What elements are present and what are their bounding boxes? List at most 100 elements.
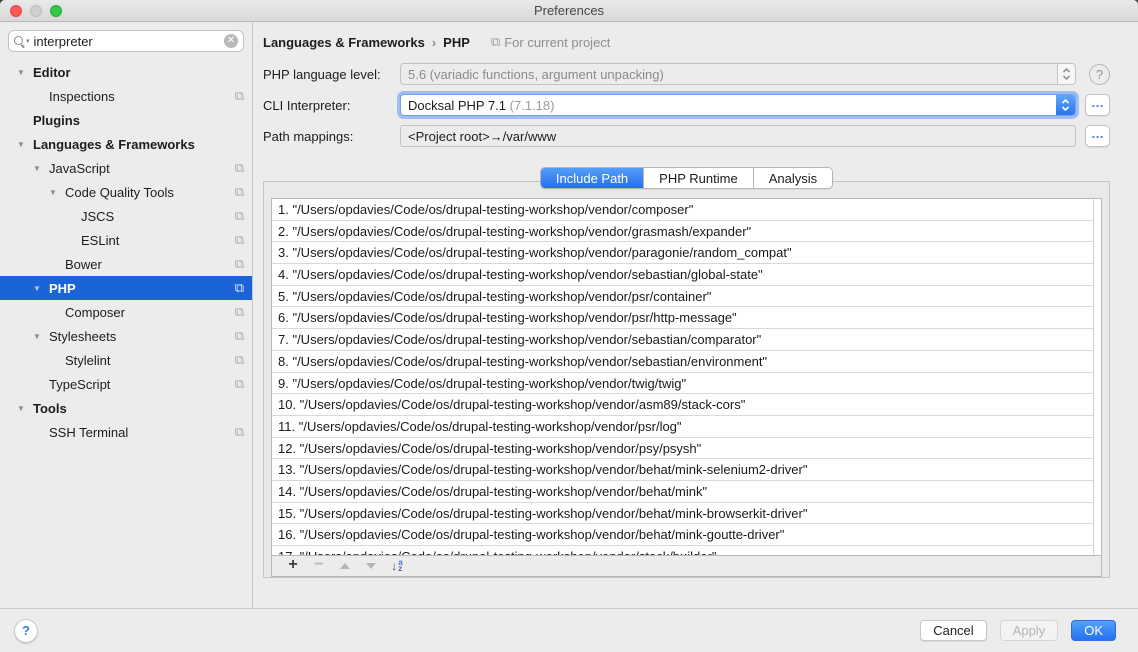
sidebar-item-label: Composer — [65, 305, 230, 320]
project-level-icon: ⧉ — [230, 352, 244, 368]
include-path-row[interactable]: 10. "/Users/opdavies/Code/os/drupal-test… — [272, 394, 1093, 416]
search-input-value[interactable]: interpreter — [34, 34, 224, 49]
expand-arrow-icon[interactable]: ▼ — [17, 140, 33, 149]
cli-interpreter-label: CLI Interpreter: — [263, 98, 400, 113]
include-path-row[interactable]: 7. "/Users/opdavies/Code/os/drupal-testi… — [272, 329, 1093, 351]
sidebar-item-bower[interactable]: Bower⧉ — [0, 252, 252, 276]
sort-button[interactable]: ↓ az — [384, 556, 410, 576]
project-level-icon: ⧉ — [230, 88, 244, 104]
sidebar-item-label: Stylesheets — [49, 329, 230, 344]
include-path-row[interactable]: 8. "/Users/opdavies/Code/os/drupal-testi… — [272, 351, 1093, 373]
expand-arrow-icon[interactable]: ▼ — [33, 164, 49, 173]
add-button[interactable]: + — [280, 556, 306, 576]
sidebar-item-jscs[interactable]: JSCS⧉ — [0, 204, 252, 228]
sidebar-item-composer[interactable]: Composer⧉ — [0, 300, 252, 324]
sidebar-item-label: ESLint — [81, 233, 230, 248]
include-path-row[interactable]: 5. "/Users/opdavies/Code/os/drupal-testi… — [272, 286, 1093, 308]
dropdown-stepper-icon[interactable] — [1056, 95, 1075, 115]
sidebar-item-editor[interactable]: ▼Editor — [0, 60, 252, 84]
zoom-window-button[interactable] — [50, 5, 62, 17]
sidebar-item-label: Stylelint — [65, 353, 230, 368]
sidebar-item-label: SSH Terminal — [49, 425, 230, 440]
language-level-row: PHP language level: 5.6 (variadic functi… — [263, 63, 1110, 85]
close-window-button[interactable] — [10, 5, 22, 17]
search-options-chevron-icon[interactable]: ▾ — [26, 37, 30, 45]
project-level-icon: ⧉ — [230, 328, 244, 344]
sidebar-item-code-quality-tools[interactable]: ▼Code Quality Tools⧉ — [0, 180, 252, 204]
search-icon — [14, 36, 25, 47]
tab-php-runtime[interactable]: PHP Runtime — [643, 168, 753, 188]
include-path-row[interactable]: 14. "/Users/opdavies/Code/os/drupal-test… — [272, 481, 1093, 503]
move-up-icon — [340, 563, 350, 569]
settings-content: Languages & Frameworks › PHP ⧉ For curre… — [253, 22, 1138, 608]
include-path-row[interactable]: 12. "/Users/opdavies/Code/os/drupal-test… — [272, 438, 1093, 460]
sidebar-item-label: PHP — [49, 281, 230, 296]
preferences-window: Preferences ▾ interpreter ✕ ▼EditorInspe… — [0, 0, 1138, 652]
include-path-row[interactable]: 1. "/Users/opdavies/Code/os/drupal-testi… — [272, 199, 1093, 221]
include-path-row[interactable]: 11. "/Users/opdavies/Code/os/drupal-test… — [272, 416, 1093, 438]
sort-alpha-icon: ↓ az — [391, 559, 402, 573]
include-path-row[interactable]: 6. "/Users/opdavies/Code/os/drupal-testi… — [272, 307, 1093, 329]
help-button[interactable]: ? — [14, 619, 38, 643]
include-path-row[interactable]: 17. "/Users/opdavies/Code/os/drupal-test… — [272, 546, 1093, 556]
sidebar-item-tools[interactable]: ▼Tools — [0, 396, 252, 420]
include-path-row[interactable]: 3. "/Users/opdavies/Code/os/drupal-testi… — [272, 242, 1093, 264]
ok-button[interactable]: OK — [1071, 620, 1116, 641]
include-path-row[interactable]: 16. "/Users/opdavies/Code/os/drupal-test… — [272, 524, 1093, 546]
cli-interpreter-version: (7.1.18) — [510, 98, 555, 113]
sidebar-item-stylelint[interactable]: Stylelint⧉ — [0, 348, 252, 372]
expand-arrow-icon[interactable]: ▼ — [17, 68, 33, 77]
sidebar-item-label: Tools — [33, 401, 244, 416]
path-mappings-browse-button[interactable]: … — [1085, 125, 1110, 147]
help-icon[interactable]: ? — [1089, 64, 1110, 85]
move-up-button[interactable] — [332, 556, 358, 576]
cancel-button[interactable]: Cancel — [920, 620, 986, 641]
language-level-dropdown[interactable]: 5.6 (variadic functions, argument unpack… — [400, 63, 1076, 85]
sidebar-item-stylesheets[interactable]: ▼Stylesheets⧉ — [0, 324, 252, 348]
tab-analysis[interactable]: Analysis — [753, 168, 832, 188]
apply-button[interactable]: Apply — [1000, 620, 1059, 641]
expand-arrow-icon[interactable]: ▼ — [33, 332, 49, 341]
dropdown-stepper-icon[interactable] — [1057, 64, 1075, 84]
path-mappings-field[interactable]: <Project root>→/var/www — [400, 125, 1076, 147]
cli-interpreter-row: CLI Interpreter: Docksal PHP 7.1 (7.1.18… — [263, 94, 1110, 116]
move-down-button[interactable] — [358, 556, 384, 576]
sidebar-item-eslint[interactable]: ESLint⧉ — [0, 228, 252, 252]
sidebar-item-languages-frameworks[interactable]: ▼Languages & Frameworks — [0, 132, 252, 156]
include-path-row[interactable]: 2. "/Users/opdavies/Code/os/drupal-testi… — [272, 221, 1093, 243]
include-path-list: 1. "/Users/opdavies/Code/os/drupal-testi… — [271, 198, 1102, 556]
remove-button[interactable]: − — [306, 556, 332, 576]
sidebar-item-ssh-terminal[interactable]: SSH Terminal⧉ — [0, 420, 252, 444]
php-settings-tabs: Include Path PHP Runtime Analysis — [263, 167, 1110, 189]
project-level-icon: ⧉ — [230, 160, 244, 176]
interpreter-browse-button[interactable]: … — [1085, 94, 1110, 116]
sidebar-item-label: Inspections — [49, 89, 230, 104]
tab-include-path[interactable]: Include Path — [541, 168, 643, 188]
titlebar: Preferences — [0, 0, 1138, 22]
project-level-icon: ⧉ — [230, 280, 244, 296]
scrollbar-track[interactable] — [1093, 199, 1101, 555]
include-path-row[interactable]: 15. "/Users/opdavies/Code/os/drupal-test… — [272, 503, 1093, 525]
cli-interpreter-dropdown[interactable]: Docksal PHP 7.1 (7.1.18) — [400, 94, 1076, 116]
include-path-row[interactable]: 13. "/Users/opdavies/Code/os/drupal-test… — [272, 459, 1093, 481]
expand-arrow-icon[interactable]: ▼ — [33, 284, 49, 293]
include-path-row[interactable]: 4. "/Users/opdavies/Code/os/drupal-testi… — [272, 264, 1093, 286]
path-mappings-row: Path mappings: <Project root>→/var/www … — [263, 125, 1110, 147]
expand-arrow-icon[interactable]: ▼ — [17, 404, 33, 413]
sidebar-item-javascript[interactable]: ▼JavaScript⧉ — [0, 156, 252, 180]
sidebar-item-typescript[interactable]: TypeScript⧉ — [0, 372, 252, 396]
sidebar-item-label: JavaScript — [49, 161, 230, 176]
breadcrumb-php: PHP — [443, 35, 470, 50]
expand-arrow-icon[interactable]: ▼ — [49, 188, 65, 197]
sidebar-item-php[interactable]: ▼PHP⧉ — [0, 276, 252, 300]
clear-search-icon[interactable]: ✕ — [224, 34, 238, 48]
sidebar-item-plugins[interactable]: Plugins — [0, 108, 252, 132]
minimize-window-button[interactable] — [30, 5, 42, 17]
scope-indicator: ⧉ For current project — [491, 34, 611, 50]
settings-search-field[interactable]: ▾ interpreter ✕ — [8, 30, 244, 52]
sidebar-item-inspections[interactable]: Inspections⧉ — [0, 84, 252, 108]
remove-icon: − — [314, 556, 323, 574]
breadcrumb-languages-frameworks[interactable]: Languages & Frameworks — [263, 35, 425, 50]
project-level-icon: ⧉ — [230, 376, 244, 392]
include-path-row[interactable]: 9. "/Users/opdavies/Code/os/drupal-testi… — [272, 373, 1093, 395]
